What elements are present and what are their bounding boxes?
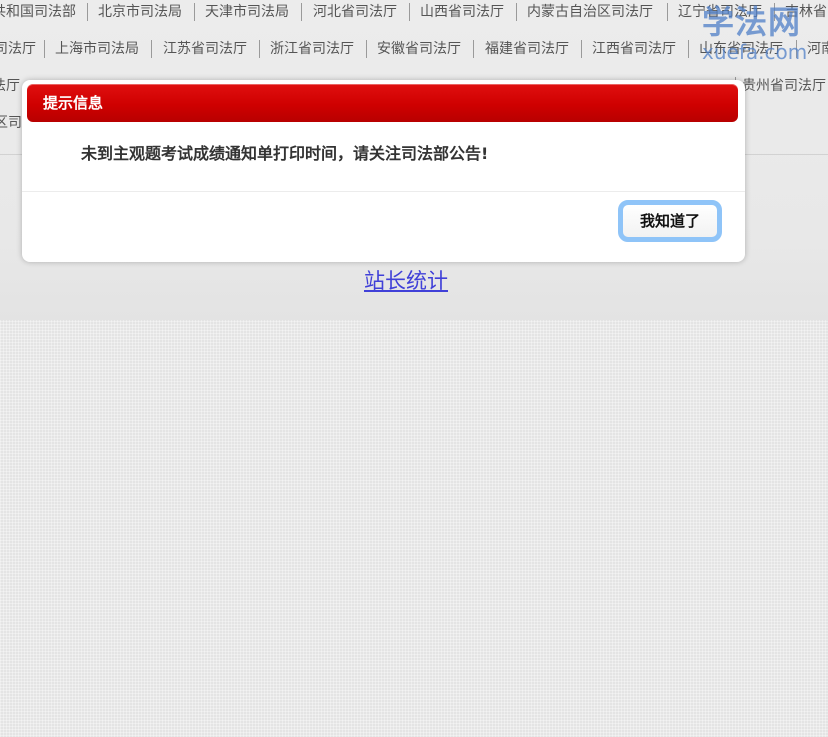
nav-separator bbox=[516, 3, 517, 21]
nav-separator bbox=[688, 40, 689, 58]
nav-link-tianjin[interactable]: 天津市司法局 bbox=[205, 0, 289, 24]
dialog-message: 未到主观题考试成绩通知单打印时间，请关注司法部公告! bbox=[81, 144, 489, 163]
nav-link-jiangxi[interactable]: 江西省司法厅 bbox=[592, 37, 676, 61]
dialog-title: 提示信息 bbox=[43, 94, 104, 112]
nav-separator bbox=[301, 3, 302, 21]
nav-separator bbox=[581, 40, 582, 58]
nav-separator bbox=[409, 3, 410, 21]
nav-link-ministry-of-justice[interactable]: 共和国司法部 bbox=[0, 0, 76, 24]
nav-separator bbox=[44, 40, 45, 58]
nav-link-partial[interactable]: 区司 bbox=[0, 111, 22, 135]
logo-text-en: xuefa.com bbox=[702, 40, 808, 64]
nav-link-guizhou[interactable]: 贵州省司法厅 bbox=[742, 74, 826, 98]
got-it-button[interactable]: 我知道了 bbox=[618, 200, 722, 242]
nav-link-partial[interactable]: 法厅 bbox=[0, 74, 20, 98]
nav-link-zhejiang[interactable]: 浙江省司法厅 bbox=[270, 37, 354, 61]
site-logo[interactable]: 学法网 xuefa.com bbox=[700, 2, 828, 66]
logo-text-cn: 学法网 bbox=[702, 3, 802, 41]
nav-separator bbox=[473, 40, 474, 58]
nav-link-shanghai[interactable]: 上海市司法局 bbox=[55, 37, 139, 61]
nav-separator bbox=[667, 3, 668, 21]
nav-separator bbox=[366, 40, 367, 58]
site-stats-link[interactable]: 站长统计 bbox=[364, 266, 448, 296]
nav-separator bbox=[194, 3, 195, 21]
nav-separator bbox=[87, 3, 88, 21]
dialog-divider bbox=[22, 191, 745, 192]
nav-link-fujian[interactable]: 福建省司法厅 bbox=[485, 37, 569, 61]
nav-separator bbox=[151, 40, 152, 58]
dialog-header: 提示信息 bbox=[27, 84, 738, 122]
nav-link-anhui[interactable]: 安徽省司法厅 bbox=[377, 37, 461, 61]
nav-link-shanxi[interactable]: 山西省司法厅 bbox=[420, 0, 504, 24]
nav-separator bbox=[259, 40, 260, 58]
nav-link-inner-mongolia[interactable]: 内蒙古自治区司法厅 bbox=[527, 0, 653, 24]
nav-link-partial[interactable]: 司法厅 bbox=[0, 37, 36, 61]
nav-link-jiangsu[interactable]: 江苏省司法厅 bbox=[163, 37, 247, 61]
nav-link-hebei[interactable]: 河北省司法厅 bbox=[313, 0, 397, 24]
nav-link-beijing[interactable]: 北京市司法局 bbox=[98, 0, 182, 24]
alert-dialog: 提示信息 未到主观题考试成绩通知单打印时间，请关注司法部公告! 我知道了 bbox=[22, 80, 745, 262]
